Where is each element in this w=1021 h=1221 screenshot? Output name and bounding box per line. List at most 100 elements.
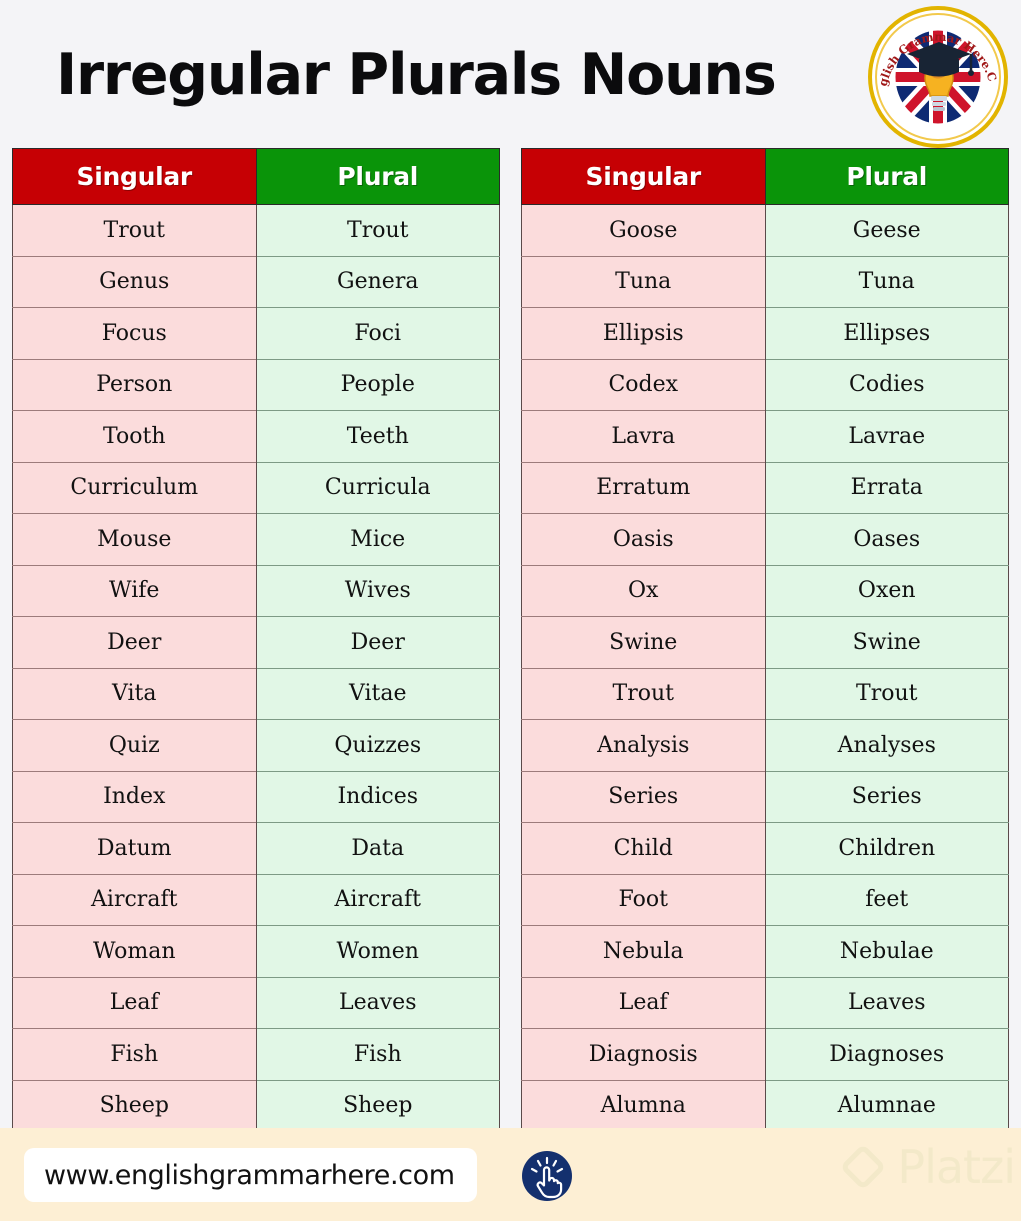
cell-plural: Data bbox=[256, 822, 500, 874]
cell-plural: Codies bbox=[765, 358, 1009, 411]
cell-plural: Series bbox=[765, 770, 1009, 823]
cell-singular: Curriculum bbox=[12, 461, 257, 514]
cell-singular: Trout bbox=[521, 667, 766, 720]
cell-singular: Ellipsis bbox=[521, 307, 766, 359]
page-header: Irregular Plurals Nouns glish Grammar He… bbox=[0, 0, 1021, 148]
cell-plural: Quizzes bbox=[256, 719, 500, 771]
cell-plural: Trout bbox=[765, 667, 1009, 720]
cell-singular: Focus bbox=[12, 307, 257, 359]
table-row: Aircraft Aircraft bbox=[12, 873, 500, 926]
table-row: Genus Genera bbox=[12, 255, 500, 308]
table-row: Woman Women bbox=[12, 925, 500, 977]
platzi-diamond-icon bbox=[843, 1146, 884, 1188]
table-row: Swine Swine bbox=[521, 616, 1009, 668]
site-logo: English Grammar Here.Com bbox=[867, 6, 1009, 148]
table-row: Vita Vitae bbox=[12, 667, 500, 720]
cell-plural: Oases bbox=[765, 513, 1009, 565]
column-header-plural: Plural bbox=[764, 148, 1009, 205]
cell-plural: Genera bbox=[256, 255, 500, 308]
cell-plural: Diagnoses bbox=[765, 1028, 1009, 1080]
table-row: Alumna Alumnae bbox=[521, 1079, 1009, 1132]
table-body: Goose Geese Tuna Tuna Ellipsis Ellipses Codex C… bbox=[521, 204, 1009, 1132]
cell-plural: Vitae bbox=[256, 667, 500, 720]
table-header-row: Singular Plural bbox=[12, 148, 500, 205]
table-row: Person People bbox=[12, 358, 500, 411]
column-header-plural: Plural bbox=[255, 148, 500, 205]
irregular-plurals-table-left: Singular Plural Trout Trout Genus Genera Foc… bbox=[12, 148, 500, 1132]
cell-singular: Mouse bbox=[12, 513, 257, 565]
cell-singular: Goose bbox=[521, 204, 766, 256]
table-row: Leaf Leaves bbox=[12, 976, 500, 1029]
table-row: Tooth Teeth bbox=[12, 410, 500, 462]
cell-singular: Tooth bbox=[12, 410, 257, 462]
cell-plural: Sheep bbox=[256, 1079, 500, 1132]
page-title: Irregular Plurals Nouns bbox=[56, 42, 777, 108]
cell-plural: Curricula bbox=[256, 461, 500, 514]
cell-plural: Ellipses bbox=[765, 307, 1009, 359]
cell-plural: Trout bbox=[256, 204, 500, 256]
cell-singular: Deer bbox=[12, 616, 257, 668]
table-row: Datum Data bbox=[12, 822, 500, 874]
table-row: Wife Wives bbox=[12, 564, 500, 617]
cell-singular: Person bbox=[12, 358, 257, 411]
cell-plural: Wives bbox=[256, 564, 500, 617]
table-row: Child Children bbox=[521, 822, 1009, 874]
table-row: Foot feet bbox=[521, 873, 1009, 926]
page-footer: www.englishgrammarhere.com Platzi bbox=[0, 1128, 1021, 1221]
cell-singular: Ox bbox=[521, 564, 766, 617]
cell-singular: Sheep bbox=[12, 1079, 257, 1132]
table-row: Focus Foci bbox=[12, 307, 500, 359]
cell-singular: Erratum bbox=[521, 461, 766, 514]
cell-plural: feet bbox=[765, 873, 1009, 926]
cell-plural: Women bbox=[256, 925, 500, 977]
cell-singular: Oasis bbox=[521, 513, 766, 565]
cell-singular: Series bbox=[521, 770, 766, 823]
cell-singular: Index bbox=[12, 770, 257, 823]
cell-singular: Codex bbox=[521, 358, 766, 411]
cell-singular: Nebula bbox=[521, 925, 766, 977]
cell-singular: Datum bbox=[12, 822, 257, 874]
cell-plural: Swine bbox=[765, 616, 1009, 668]
table-row: Trout Trout bbox=[521, 667, 1009, 720]
table-row: Nebula Nebulae bbox=[521, 925, 1009, 977]
cell-singular: Fish bbox=[12, 1028, 257, 1080]
table-row: Mouse Mice bbox=[12, 513, 500, 565]
cell-singular: Diagnosis bbox=[521, 1028, 766, 1080]
cell-plural: Lavrae bbox=[765, 410, 1009, 462]
cell-singular: Wife bbox=[12, 564, 257, 617]
platzi-watermark: Platzi bbox=[841, 1140, 1016, 1194]
cell-plural: Deer bbox=[256, 616, 500, 668]
cell-plural: Teeth bbox=[256, 410, 500, 462]
cell-singular: Vita bbox=[12, 667, 257, 720]
table-row: Curriculum Curricula bbox=[12, 461, 500, 514]
cell-singular: Swine bbox=[521, 616, 766, 668]
table-body: Trout Trout Genus Genera Focus Foci Person Peop… bbox=[12, 204, 500, 1132]
cell-plural: Geese bbox=[765, 204, 1009, 256]
cell-singular: Woman bbox=[12, 925, 257, 977]
table-row: Diagnosis Diagnoses bbox=[521, 1028, 1009, 1080]
cell-plural: Leaves bbox=[256, 976, 500, 1029]
tables-area: Singular Plural Trout Trout Genus Genera Foc… bbox=[0, 148, 1021, 1132]
website-url-pill[interactable]: www.englishgrammarhere.com bbox=[24, 1148, 477, 1202]
table-row: Goose Geese bbox=[521, 204, 1009, 256]
cell-plural: Analyses bbox=[765, 719, 1009, 771]
cell-singular: Child bbox=[521, 822, 766, 874]
cell-plural: Oxen bbox=[765, 564, 1009, 617]
cell-singular: Aircraft bbox=[12, 873, 257, 926]
table-row: Ox Oxen bbox=[521, 564, 1009, 617]
table-row: Trout Trout bbox=[12, 204, 500, 256]
cell-singular: Lavra bbox=[521, 410, 766, 462]
table-row: Index Indices bbox=[12, 770, 500, 823]
cell-plural: Nebulae bbox=[765, 925, 1009, 977]
cell-plural: Fish bbox=[256, 1028, 500, 1080]
table-row: Leaf Leaves bbox=[521, 976, 1009, 1029]
platzi-watermark-text: Platzi bbox=[897, 1140, 1016, 1194]
cell-plural: Foci bbox=[256, 307, 500, 359]
table-row: Ellipsis Ellipses bbox=[521, 307, 1009, 359]
table-row: Oasis Oases bbox=[521, 513, 1009, 565]
cell-singular: Foot bbox=[521, 873, 766, 926]
table-row: Erratum Errata bbox=[521, 461, 1009, 514]
cell-plural: People bbox=[256, 358, 500, 411]
click-hand-icon[interactable] bbox=[521, 1150, 573, 1202]
cell-plural: Indices bbox=[256, 770, 500, 823]
